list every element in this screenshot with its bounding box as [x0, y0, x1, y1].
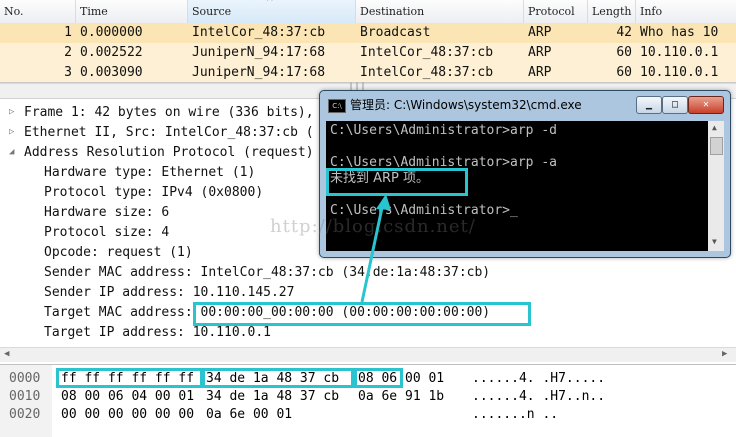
watermark: http://blog.csdn.net/: [270, 216, 476, 237]
